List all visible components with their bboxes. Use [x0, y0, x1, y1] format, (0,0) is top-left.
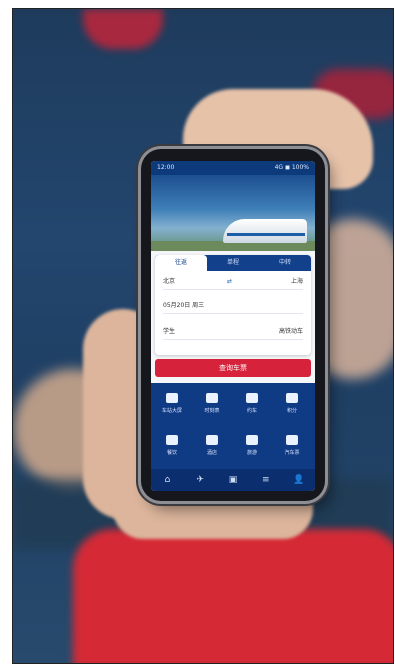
service-item[interactable]: 酒店: [193, 427, 231, 465]
origin-station[interactable]: 北京: [163, 275, 175, 289]
service-item[interactable]: 旅游: [233, 427, 271, 465]
service-item[interactable]: 餐饮: [153, 427, 191, 465]
photo-frame: 12:00 4G ◼ 100% 往返 单程 中转 北京 ⇄ 上海 05月20日 …: [12, 8, 394, 664]
profile-nav-icon[interactable]: 👤: [282, 469, 315, 491]
date-row[interactable]: 05月20日 周三: [163, 299, 303, 314]
app-banner: [151, 175, 315, 251]
travel-nav-icon[interactable]: ✈: [184, 469, 217, 491]
ticket-search-form: 往返 单程 中转 北京 ⇄ 上海 05月20日 周三 学生 高铁动车: [155, 255, 311, 355]
service-label: 酒店: [206, 450, 217, 456]
tab-round-trip[interactable]: 往返: [155, 255, 207, 271]
status-bar: 12:00 4G ◼ 100%: [151, 161, 315, 175]
bottom-navigation: ⌂ ✈ ▣ ≡ 👤: [151, 469, 315, 491]
service-label: 汽车票: [284, 450, 300, 456]
service-label: 约车: [246, 408, 257, 414]
train-stripe: [227, 233, 305, 236]
options-row[interactable]: 学生 高铁动车: [163, 325, 303, 340]
background-red-uniform-top: [83, 9, 163, 49]
tab-transfer[interactable]: 中转: [259, 255, 311, 271]
services-grid: 车站大屏 时刻表 约车 积分 餐饮 酒店 旅游 汽车票: [151, 383, 315, 469]
high-speed-train-image: [223, 219, 307, 243]
service-item[interactable]: 积分: [273, 385, 311, 423]
service-label: 时刻表: [204, 408, 220, 414]
points-icon: [286, 393, 298, 403]
swap-icon[interactable]: ⇄: [227, 275, 232, 289]
car-icon: [246, 393, 258, 403]
route-row[interactable]: 北京 ⇄ 上海: [163, 275, 303, 290]
home-icon[interactable]: ⌂: [151, 469, 184, 491]
hotel-icon: [206, 435, 218, 445]
phone-screen: 12:00 4G ◼ 100% 往返 单程 中转 北京 ⇄ 上海 05月20日 …: [151, 161, 315, 491]
service-item[interactable]: 时刻表: [193, 385, 231, 423]
service-label: 积分: [286, 408, 297, 414]
passenger-type[interactable]: 学生: [163, 325, 175, 339]
orders-nav-icon[interactable]: ≡: [249, 469, 282, 491]
service-item[interactable]: 汽车票: [273, 427, 311, 465]
timetable-icon: [206, 393, 218, 403]
bus-icon: [286, 435, 298, 445]
trip-type-tabs: 往返 单程 中转: [155, 255, 311, 271]
travel-icon: [246, 435, 258, 445]
screen-icon: [166, 393, 178, 403]
departure-date[interactable]: 05月20日 周三: [163, 299, 204, 313]
status-time: 12:00: [157, 164, 175, 171]
service-item[interactable]: 约车: [233, 385, 271, 423]
query-tickets-button[interactable]: 查询车票: [155, 359, 311, 377]
background-red-uniform-bottom: [73, 529, 393, 663]
service-label: 车站大屏: [161, 408, 182, 414]
service-item[interactable]: 车站大屏: [153, 385, 191, 423]
status-icons: 4G ◼ 100%: [274, 164, 309, 171]
service-label: 旅游: [246, 450, 257, 456]
smartphone: 12:00 4G ◼ 100% 往返 单程 中转 北京 ⇄ 上海 05月20日 …: [141, 149, 325, 501]
service-label: 餐饮: [166, 450, 177, 456]
tab-one-way[interactable]: 单程: [207, 255, 259, 271]
train-type[interactable]: 高铁动车: [279, 325, 303, 339]
destination-station[interactable]: 上海: [291, 275, 303, 289]
food-icon: [166, 435, 178, 445]
tickets-nav-icon[interactable]: ▣: [217, 469, 250, 491]
